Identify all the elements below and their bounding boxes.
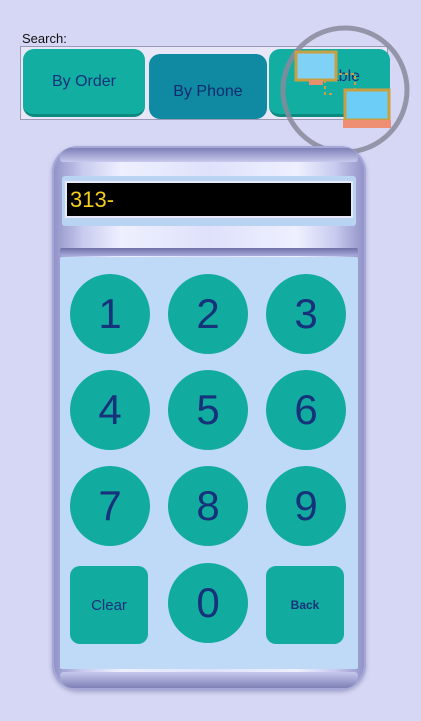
key-9[interactable]: 9 — [266, 466, 346, 546]
phone-number-display: 313- — [65, 181, 353, 218]
tab-by-phone[interactable]: By Phone — [149, 54, 267, 119]
key-6[interactable]: 6 — [266, 370, 346, 450]
key-8[interactable]: 8 — [168, 466, 248, 546]
housing-top-cap — [60, 148, 358, 162]
key-7[interactable]: 7 — [70, 466, 150, 546]
housing-bottom-cap — [60, 672, 358, 688]
key-5[interactable]: 5 — [168, 370, 248, 450]
key-3[interactable]: 3 — [266, 274, 346, 354]
search-label: Search: — [22, 31, 67, 46]
key-2[interactable]: 2 — [168, 274, 248, 354]
key-4[interactable]: 4 — [70, 370, 150, 450]
tab-by-table[interactable]: By Table — [269, 49, 390, 117]
clear-button[interactable]: Clear — [70, 566, 148, 644]
key-1[interactable]: 1 — [70, 274, 150, 354]
key-0[interactable]: 0 — [168, 563, 248, 643]
keypad-divider — [60, 248, 358, 256]
tab-by-order[interactable]: By Order — [23, 49, 145, 117]
back-button[interactable]: Back — [266, 566, 344, 644]
